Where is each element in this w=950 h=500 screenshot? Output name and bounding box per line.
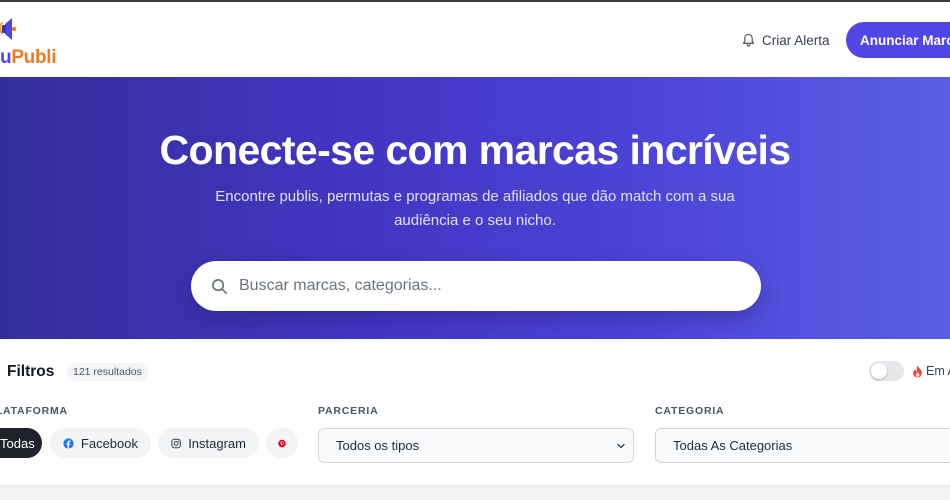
hot-label-text: Em Alta: [926, 364, 950, 378]
hero-title: Conecte-se com marcas incríveis: [159, 127, 792, 173]
search-bar[interactable]: [191, 261, 761, 311]
toggle-knob: [871, 363, 887, 379]
platform-label: PLATAFORMA: [0, 405, 68, 417]
logo-text: uPubli: [0, 47, 57, 69]
partnership-select-value: Todos os tipos: [336, 438, 420, 453]
instagram-icon: [171, 438, 181, 448]
category-label: CATEGORIA: [655, 405, 725, 417]
chip-label: Instagram: [188, 435, 246, 451]
category-select[interactable]: Todas As Categorias: [655, 428, 950, 463]
bell-icon: [742, 33, 755, 47]
chevron-down-icon: [617, 443, 625, 449]
site-header: uPubli Criar Alerta Anunciar Marca: [0, 2, 950, 77]
announce-brand-label: Anunciar Marca: [860, 32, 950, 48]
create-alert-button[interactable]: Criar Alerta: [742, 30, 830, 50]
logo-text-prefix: u: [0, 47, 12, 68]
hero-section: Conecte-se com marcas incríveis Encontre…: [0, 77, 950, 339]
chip-label: Todas: [0, 435, 35, 451]
category-select-value: Todas As Categorias: [673, 438, 793, 453]
flame-icon: [913, 365, 922, 377]
facebook-icon: [63, 437, 74, 449]
search-input[interactable]: [239, 277, 729, 295]
logo[interactable]: uPubli: [0, 14, 57, 70]
platform-chip-facebook[interactable]: Facebook: [50, 428, 151, 458]
search-icon: [212, 278, 227, 294]
platform-chip-instagram[interactable]: Instagram: [158, 428, 259, 458]
filters-panel: Filtros 121 resultados Em Alta PLATAFORM…: [0, 339, 950, 485]
partnership-select[interactable]: Todos os tipos: [318, 428, 634, 463]
create-alert-label: Criar Alerta: [762, 32, 830, 48]
hero-subtitle: Encontre publis, permutas e programas de…: [215, 188, 735, 229]
platform-chip-pinterest[interactable]: [266, 428, 298, 458]
chip-label: Facebook: [80, 435, 138, 451]
hot-filter-label[interactable]: Em Alta: [912, 364, 950, 378]
pinterest-icon: [278, 439, 286, 447]
hot-toggle[interactable]: [869, 361, 904, 381]
results-count-badge: 121 resultados: [67, 363, 148, 381]
partnership-label: PARCERIA: [318, 405, 379, 417]
platform-chip-all[interactable]: Todas: [0, 428, 42, 458]
logo-text-main: Publi: [11, 47, 57, 68]
megaphone-icon: [0, 18, 17, 40]
filters-title: Filtros: [7, 363, 55, 380]
announce-brand-button[interactable]: Anunciar Marca: [846, 22, 950, 58]
